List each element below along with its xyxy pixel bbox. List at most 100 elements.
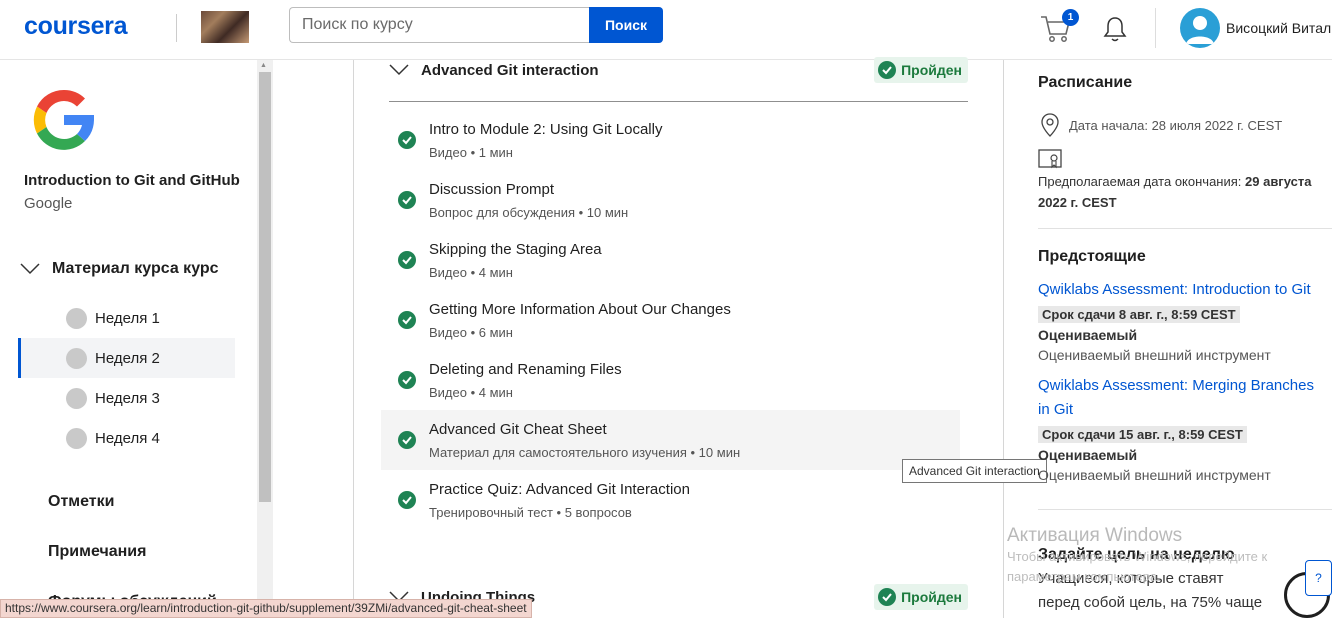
status-badge-label: Пройден — [901, 62, 962, 78]
end-date-label: Предполагаемая дата окончания: — [1038, 174, 1242, 189]
due-date-badge: Срок сдачи 15 авг. г., 8:59 CEST — [1038, 426, 1247, 443]
course-title[interactable]: Introduction to Git and GitHub — [24, 172, 240, 189]
completed-check-icon — [398, 491, 416, 509]
item-title: Getting More Information About Our Chang… — [429, 301, 731, 318]
list-item[interactable]: Getting More Information About Our Chang… — [381, 290, 960, 350]
search-input[interactable] — [289, 7, 589, 43]
sidebar-item-week-3[interactable]: Неделя 3 — [20, 378, 237, 418]
week-label: Неделя 2 — [95, 349, 160, 367]
course-partner: Google — [24, 195, 73, 212]
completed-check-icon — [398, 131, 416, 149]
status-bar-url: https://www.coursera.org/learn/introduct… — [0, 599, 532, 618]
partner-thumbnail[interactable] — [201, 11, 249, 43]
graded-label: Оцениваемый — [1038, 327, 1138, 343]
due-date-badge: Срок сдачи 8 авг. г., 8:59 CEST — [1038, 306, 1240, 323]
item-meta: Видео • 1 мин — [429, 145, 513, 160]
main-divider-left — [353, 60, 354, 618]
upcoming-item-link[interactable]: Qwiklabs Assessment: Merging Branches in… — [1038, 374, 1328, 422]
completed-check-icon — [398, 311, 416, 329]
item-title: Deleting and Renaming Files — [429, 361, 622, 378]
end-date-value: 29 августа — [1245, 174, 1312, 189]
right-divider — [1038, 509, 1332, 510]
end-date-year: 2022 г. CEST — [1038, 195, 1117, 210]
header-divider — [1155, 8, 1156, 48]
cart-count-badge: 1 — [1062, 9, 1079, 26]
sidebar-item-notes[interactable]: Примечания — [48, 543, 146, 561]
progress-dot-icon — [66, 347, 87, 369]
start-date: Дата начала: 28 июля 2022 г. CEST — [1069, 118, 1283, 133]
location-pin-icon — [1041, 113, 1059, 137]
status-badge: Пройден — [874, 584, 968, 610]
section-title: Advanced Git interaction — [421, 61, 599, 79]
item-type: Оцениваемый внешний инструмент — [1038, 467, 1271, 483]
avatar[interactable] — [1180, 8, 1220, 48]
item-meta: Видео • 4 мин — [429, 265, 513, 280]
sidebar-item-week-2[interactable]: Неделя 2 — [18, 338, 235, 378]
status-badge: Пройден — [874, 57, 968, 83]
completed-check-icon — [398, 191, 416, 209]
user-icon — [1186, 16, 1214, 44]
week-label: Неделя 3 — [95, 389, 160, 407]
upcoming-item-link[interactable]: Qwiklabs Assessment: Introduction to Git — [1038, 278, 1328, 302]
windows-activation-text: параметрам компьютера. — [1007, 569, 1161, 584]
right-divider — [1038, 228, 1332, 229]
item-type: Оцениваемый внешний инструмент — [1038, 347, 1271, 363]
item-title: Discussion Prompt — [429, 181, 555, 198]
item-title: Skipping the Staging Area — [429, 241, 602, 258]
completed-check-icon — [398, 431, 416, 449]
list-item[interactable]: Intro to Module 2: Using Git Locally Вид… — [381, 110, 960, 170]
item-title: Intro to Module 2: Using Git Locally — [429, 121, 663, 138]
sidebar-scroll-thumb[interactable] — [259, 72, 271, 502]
logo-divider — [176, 14, 177, 42]
scroll-up-arrow-icon[interactable]: ▲ — [260, 62, 267, 69]
list-item[interactable]: Skipping the Staging Area Видео • 4 мин — [381, 230, 960, 290]
windows-activation-title: Активация Windows — [1007, 525, 1183, 546]
progress-dot-icon — [66, 307, 87, 329]
google-logo — [33, 89, 94, 150]
course-sidebar: Introduction to Git and GitHub Google Ма… — [0, 60, 257, 618]
week-label: Неделя 4 — [95, 429, 160, 447]
sidebar-item-week-1[interactable]: Неделя 1 — [20, 298, 237, 338]
progress-dot-icon — [66, 387, 87, 409]
progress-dot-icon — [66, 427, 87, 449]
section-header-advanced-git[interactable]: Advanced Git interaction Пройден — [389, 49, 968, 91]
item-meta: Видео • 6 мин — [429, 325, 513, 340]
end-date-line: Предполагаемая дата окончания: 29 август… — [1038, 174, 1311, 189]
completed-check-icon — [398, 251, 416, 269]
item-meta: Видео • 4 мин — [429, 385, 513, 400]
item-meta: Тренировочный тест • 5 вопросов — [429, 505, 632, 520]
upcoming-title: Предстоящие — [1038, 248, 1146, 265]
list-item[interactable]: Practice Quiz: Advanced Git Interaction … — [381, 470, 960, 530]
item-title: Advanced Git Cheat Sheet — [429, 421, 607, 438]
course-materials-toggle[interactable]: Материал курса курс — [20, 260, 219, 278]
certificate-icon — [1038, 149, 1062, 169]
completed-check-icon — [398, 371, 416, 389]
tooltip: Advanced Git interaction — [902, 459, 1047, 483]
search-button[interactable]: Поиск — [589, 7, 663, 43]
windows-activation-text: Чтобы активировать Windows, перейдите к — [1007, 549, 1268, 564]
section-divider — [389, 101, 968, 102]
bell-icon[interactable] — [1102, 15, 1128, 43]
check-icon — [878, 61, 897, 79]
sidebar-item-grades[interactable]: Отметки — [48, 493, 114, 511]
schedule-title: Расписание — [1038, 74, 1133, 91]
week-label: Неделя 1 — [95, 309, 160, 327]
help-icon[interactable]: ? — [1305, 560, 1332, 596]
coursera-logo[interactable]: coursera — [24, 12, 128, 41]
chevron-down-icon — [20, 263, 40, 275]
user-name[interactable]: Висоцкий Витал... — [1226, 20, 1332, 36]
item-meta: Материал для самостоятельного изучения •… — [429, 445, 741, 460]
sidebar-item-week-4[interactable]: Неделя 4 — [20, 418, 237, 458]
list-item[interactable]: Discussion Prompt Вопрос для обсуждения … — [381, 170, 960, 230]
check-icon — [878, 588, 897, 606]
status-badge-label: Пройден — [901, 589, 962, 605]
course-materials-label: Материал курса курс — [52, 260, 219, 277]
goal-text-line: перед собой цель, на 75% чаще — [1038, 594, 1263, 611]
graded-label: Оцениваемый — [1038, 447, 1138, 463]
item-meta: Вопрос для обсуждения • 10 мин — [429, 205, 629, 220]
chevron-down-icon — [389, 64, 409, 76]
main-divider-right — [1003, 60, 1004, 618]
list-item[interactable]: Advanced Git Cheat Sheet Материал для са… — [381, 410, 960, 470]
item-title: Practice Quiz: Advanced Git Interaction — [429, 481, 690, 498]
list-item[interactable]: Deleting and Renaming Files Видео • 4 ми… — [381, 350, 960, 410]
